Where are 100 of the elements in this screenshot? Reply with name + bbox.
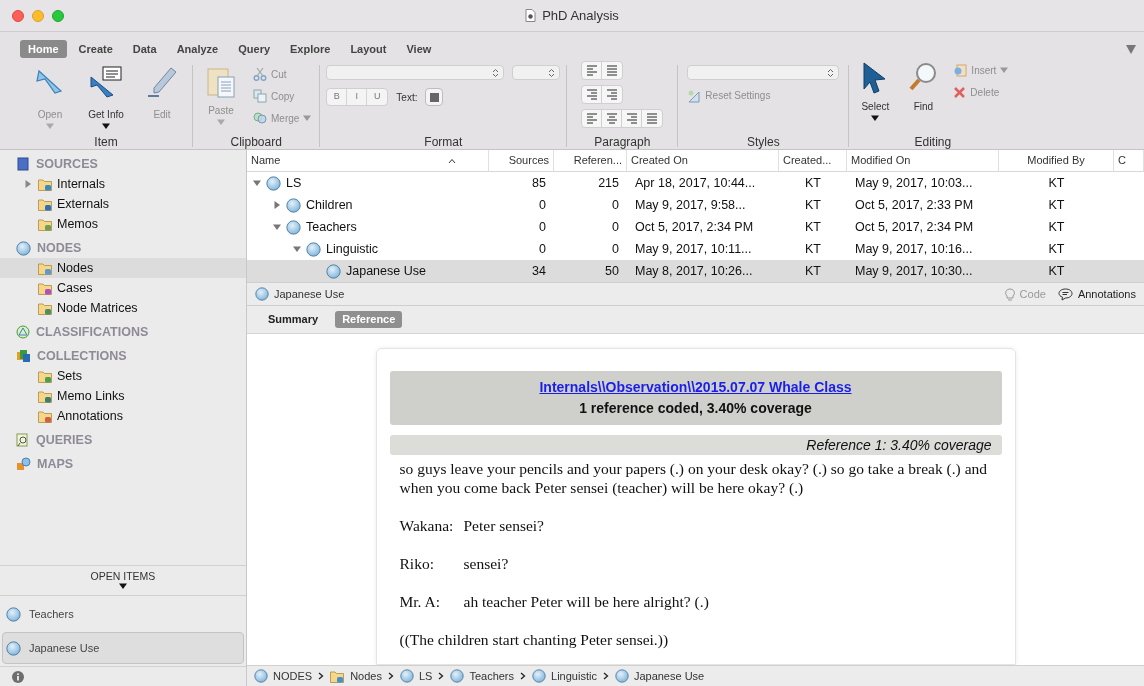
table-cell-text: May 9, 2017, 10:03... bbox=[855, 174, 973, 192]
table-cell-text: 0 bbox=[539, 196, 546, 214]
column-header[interactable]: Modified On bbox=[847, 150, 999, 171]
table-cell-text: 0 bbox=[612, 240, 619, 258]
sidebar-item[interactable]: Cases bbox=[0, 278, 246, 298]
table-cell-text: May 9, 2017, 10:30... bbox=[855, 262, 973, 280]
node-icon bbox=[614, 669, 629, 683]
node-icon bbox=[286, 197, 301, 213]
ribbon-button[interactable]: Find bbox=[905, 61, 942, 133]
collapse-ribbon-icon[interactable] bbox=[1126, 44, 1136, 54]
table-cell-text: May 9, 2017, 10:16... bbox=[855, 240, 973, 258]
group-label: Editing bbox=[914, 134, 952, 151]
chevron-icon bbox=[602, 672, 609, 680]
chevron-icon bbox=[318, 672, 325, 680]
column-header[interactable]: Modified By bbox=[999, 150, 1114, 171]
collapse-arrow-icon bbox=[253, 179, 261, 187]
table-cell-text: Oct 5, 2017, 2:34 PM bbox=[855, 218, 974, 236]
utterance: Peter sensei? bbox=[463, 516, 544, 535]
table-row[interactable]: Japanese Use 34 50 May 8, 2017, 10:26... KT May 9, 2017, 10:30... KT bbox=[247, 260, 1144, 282]
sidebar-item[interactable]: Annotations bbox=[0, 406, 246, 426]
stepper-icon bbox=[548, 67, 556, 78]
caret-icon bbox=[102, 122, 110, 130]
insert-icon bbox=[953, 63, 968, 77]
style-button[interactable]: B bbox=[327, 89, 348, 105]
detail-tab[interactable]: Summary bbox=[261, 311, 326, 328]
book-icon bbox=[16, 157, 30, 171]
open-item[interactable]: Teachers bbox=[2, 598, 244, 630]
minimize-button[interactable] bbox=[32, 10, 44, 22]
breadcrumb-item[interactable]: LS bbox=[399, 667, 433, 685]
merge-icon bbox=[253, 111, 267, 125]
ribbon-tab[interactable]: Query bbox=[230, 40, 279, 58]
chevron-icon bbox=[387, 672, 394, 680]
column-header[interactable]: C bbox=[1114, 150, 1144, 171]
table-cell-text: KT bbox=[1048, 218, 1065, 236]
caret-icon bbox=[1000, 66, 1009, 74]
close-button[interactable] bbox=[12, 10, 24, 22]
node-icon bbox=[6, 606, 21, 622]
ribbon-tab[interactable]: Data bbox=[124, 40, 165, 58]
ribbon-tab[interactable]: Analyze bbox=[168, 40, 227, 58]
table-cell-text: Teachers bbox=[306, 218, 357, 236]
table-cell-text: Linguistic bbox=[326, 240, 379, 258]
folder-icon bbox=[38, 197, 53, 211]
shapes-icon bbox=[16, 457, 31, 471]
source-link[interactable]: Internals\\Observation\\2015.07.07 Whale Class bbox=[539, 377, 852, 398]
table-cell-text: 0 bbox=[612, 196, 619, 214]
table-cell-text: KT bbox=[1048, 196, 1065, 214]
ribbon-tab[interactable]: Explore bbox=[282, 40, 339, 58]
color-button[interactable] bbox=[425, 88, 444, 106]
sidebar-item[interactable]: Internals bbox=[0, 174, 246, 194]
speaker-name: Mr. A: bbox=[399, 592, 441, 611]
folder-icon bbox=[38, 177, 53, 191]
table-row[interactable]: LS 85 215 Apr 18, 2017, 10:44... KT May 9, 2017, 10:03... KT bbox=[247, 172, 1144, 194]
magnifier-icon bbox=[16, 433, 30, 447]
ribbon-button[interactable]: Get Info bbox=[84, 65, 128, 133]
group-label: Clipboard bbox=[230, 134, 282, 151]
breadcrumb-item[interactable]: Linguistic bbox=[532, 667, 597, 685]
table-cell-text: KT bbox=[1048, 174, 1065, 192]
folder-icon bbox=[330, 669, 346, 683]
column-header[interactable]: Name bbox=[247, 150, 489, 171]
ribbon-tab[interactable]: View bbox=[398, 40, 440, 58]
table-cell-text: 0 bbox=[612, 218, 619, 236]
node-icon bbox=[6, 640, 21, 656]
column-header[interactable]: Referen... bbox=[554, 150, 627, 171]
ribbon-tab[interactable]: Create bbox=[70, 40, 121, 58]
node-icon bbox=[399, 669, 414, 683]
column-header[interactable]: Sources bbox=[489, 150, 554, 171]
node-icon bbox=[254, 669, 268, 683]
copy-icon bbox=[253, 89, 267, 103]
column-header[interactable]: Created... bbox=[779, 150, 847, 171]
sidebar-item[interactable]: Memos bbox=[0, 214, 246, 234]
ribbon-button[interactable]: Select bbox=[857, 61, 894, 133]
breadcrumb-item[interactable]: Nodes bbox=[330, 667, 382, 685]
open-item[interactable]: Japanese Use bbox=[2, 632, 244, 664]
folder-icon bbox=[38, 301, 53, 315]
breadcrumb-item[interactable]: Teachers bbox=[450, 667, 515, 685]
sidebar-item[interactable]: Node Matrices bbox=[0, 298, 246, 318]
annotations-button[interactable]: Annotations bbox=[1057, 285, 1136, 303]
sidebar-item[interactable]: Sets bbox=[0, 366, 246, 386]
table-row[interactable]: Teachers 0 0 Oct 5, 2017, 2:34 PM KT Oct 5, 2017, 2:34 PM KT bbox=[247, 216, 1144, 238]
table-cell-text: May 8, 2017, 10:26... bbox=[635, 262, 753, 280]
table-cell-text: Children bbox=[306, 196, 353, 214]
column-header[interactable]: Created On bbox=[627, 150, 779, 171]
sidebar-item[interactable]: Externals bbox=[0, 194, 246, 214]
table-cell-text: KT bbox=[1048, 262, 1065, 280]
zoom-button[interactable] bbox=[52, 10, 64, 22]
info-icon[interactable] bbox=[12, 670, 24, 683]
style-button[interactable]: U bbox=[367, 89, 388, 105]
table-row[interactable]: Linguistic 0 0 May 9, 2017, 10:11... KT May 9, 2017, 10:16... KT bbox=[247, 238, 1144, 260]
style-button[interactable]: I bbox=[347, 89, 368, 105]
table-cell-text: 215 bbox=[598, 174, 619, 192]
ribbon-tab[interactable]: Layout bbox=[342, 40, 395, 58]
triangle-circle-icon bbox=[16, 325, 30, 339]
delete-icon bbox=[953, 85, 967, 99]
breadcrumb-item[interactable]: NODES bbox=[254, 667, 313, 685]
breadcrumb-item[interactable]: Japanese Use bbox=[614, 667, 705, 685]
sidebar-item[interactable]: Memo Links bbox=[0, 386, 246, 406]
group-label: Paragraph bbox=[594, 134, 651, 151]
table-row[interactable]: Children 0 0 May 9, 2017, 9:58... KT Oct 5, 2017, 2:33 PM KT bbox=[247, 194, 1144, 216]
sidebar-item[interactable]: Nodes bbox=[0, 258, 246, 278]
document-icon bbox=[525, 9, 537, 22]
